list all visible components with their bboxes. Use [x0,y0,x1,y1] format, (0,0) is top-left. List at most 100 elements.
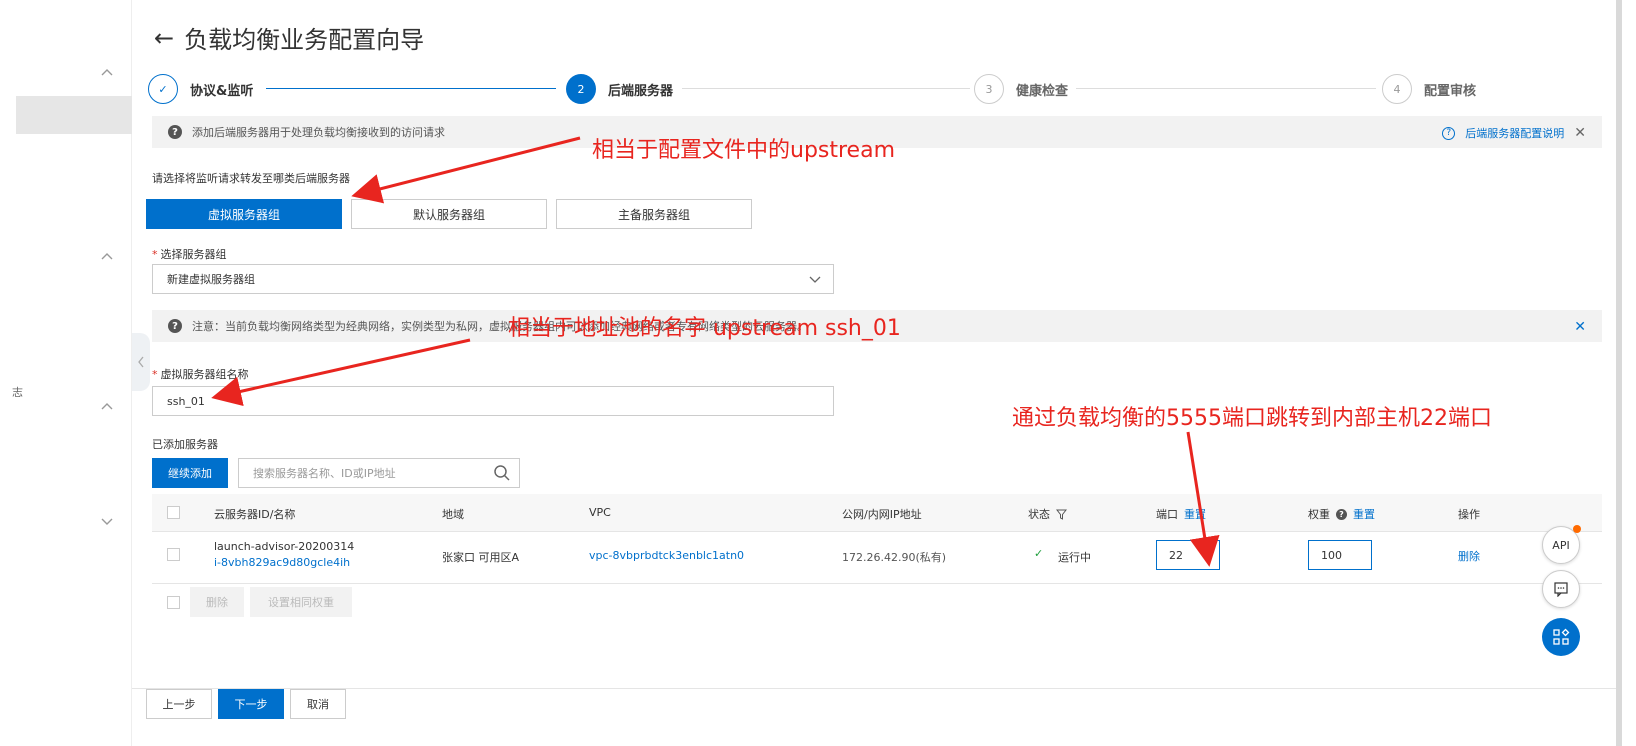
main-content: ← 负载均衡业务配置向导 ✓ 协议&监听 2 后端服务器 3 健康检查 4 配置… [132,0,1616,746]
step-connector [266,88,556,89]
col-ip: 公网/内网IP地址 [842,508,922,521]
server-group-value: 新建虚拟服务器组 [167,273,255,286]
server-status: 运行中 [1058,551,1091,564]
back-arrow-icon[interactable]: ← [154,24,174,52]
close-icon[interactable]: ✕ [1574,125,1586,141]
chevron-down-icon [809,276,821,283]
sidebar-selected-item[interactable] [16,96,132,134]
continue-add-button[interactable]: 继续添加 [152,458,228,488]
port-input[interactable]: 22 [1156,540,1220,570]
scrollbar-track[interactable] [1616,0,1622,746]
search-placeholder: 搜索服务器名称、ID或IP地址 [253,467,396,480]
question-icon: ? [168,125,182,139]
prev-step-button[interactable]: 上一步 [146,689,212,719]
step-label: 后端服务器 [608,83,674,99]
notification-dot [1573,525,1581,533]
option-default-server-group[interactable]: 默认服务器组 [351,199,547,229]
server-group-label-text: 选择服务器组 [160,248,227,261]
server-ip: 172.26.42.90(私有) [842,551,947,564]
chevron-up-icon[interactable] [100,66,114,80]
annotation-upstream: 相当于配置文件中的upstream [592,138,896,163]
step-protocol-listener: ✓ 协议&监听 [148,74,253,104]
question-icon[interactable]: ? [1336,508,1347,520]
chevron-down-icon[interactable] [100,514,114,528]
added-servers-label: 已添加服务器 [152,438,218,451]
delete-link[interactable]: 删除 [1458,548,1480,564]
step-backend-servers: 2 后端服务器 [566,74,673,104]
option-master-slave-group[interactable]: 主备服务器组 [556,199,752,229]
step-connector [1076,88,1376,89]
page-title-text: 负载均衡业务配置向导 [184,26,425,54]
cancel-button[interactable]: 取消 [290,689,346,719]
option-virtual-server-group[interactable]: 虚拟服务器组 [146,199,342,229]
page-title: ← 负载均衡业务配置向导 [154,20,424,55]
col-id: 云服务器ID/名称 [214,508,296,521]
info-text: 添加后端服务器用于处理负载均衡接收到的访问请求 [192,126,445,139]
group-name-label-text: 虚拟服务器组名称 [160,368,249,381]
group-name-label: * 虚拟服务器组名称 [152,366,249,382]
step-label: 健康检查 [1016,83,1069,99]
footer-bar: 上一步 下一步 取消 [132,688,1616,746]
bulk-weight-button[interactable]: 设置相同权重 [250,587,352,617]
help-link[interactable]: 后端服务器配置说明 [1465,125,1564,141]
bulk-delete-button[interactable]: 删除 [190,587,244,617]
annotation-pool-name: 相当于地址池的名字 upstream ssh_01 [508,316,901,341]
table-row: launch-advisor-20200314 i-8vbh829ac9d80g… [152,532,1602,584]
col-status-label: 状态 [1028,508,1050,521]
annotation-port-forward: 通过负载均衡的5555端口跳转到内部主机22端口 [1012,406,1492,431]
chevron-up-icon[interactable] [100,250,114,264]
api-label: API [1552,538,1570,552]
step-number: 3 [974,74,1004,104]
port-reset-link[interactable]: 重置 [1184,506,1206,522]
group-name-input[interactable]: ssh_01 [152,386,834,416]
help-circle-icon: ? [1442,126,1456,140]
question-icon: ? [168,319,182,333]
col-status: 状态 [1028,506,1067,522]
close-icon[interactable]: ✕ [1574,319,1586,335]
col-action: 操作 [1458,508,1480,521]
bulk-select-checkbox[interactable] [167,596,180,609]
step-number: 2 [566,74,596,104]
left-sidebar: 志 [0,0,132,746]
col-region: 地域 [442,508,464,521]
sidebar-text: 志 [12,386,23,399]
apps-float-button[interactable] [1542,618,1580,656]
table-header: 云服务器ID/名称 地域 VPC 公网/内网IP地址 状态 端口 重置 权重 ?… [152,494,1602,532]
col-weight: 权重 ? 重置 [1308,506,1375,522]
check-icon: ✓ [148,74,178,104]
filter-icon[interactable] [1056,509,1067,520]
weight-reset-link[interactable]: 重置 [1353,506,1375,522]
apps-grid-icon [1553,628,1570,645]
weight-input[interactable]: 100 [1308,540,1372,570]
step-health-check: 3 健康检查 [974,74,1068,104]
required-mark: * [152,248,158,261]
server-name: launch-advisor-20200314 [214,540,355,553]
info-actions: ? 后端服务器配置说明 ✕ [1442,125,1586,141]
server-group-label: * 选择服务器组 [152,246,227,262]
select-all-checkbox[interactable] [167,506,180,519]
server-search-input[interactable]: 搜索服务器名称、ID或IP地址 [238,458,520,488]
running-check-icon: ✓ [1034,547,1044,560]
col-vpc: VPC [589,506,611,519]
next-step-button[interactable]: 下一步 [218,689,284,719]
search-icon[interactable] [493,464,511,482]
required-mark: * [152,368,158,381]
server-id-link[interactable]: i-8vbh829ac9d80gcle4ih [214,556,350,569]
col-weight-label: 权重 [1308,508,1330,521]
step-label: 配置审核 [1424,83,1477,99]
chevron-up-icon[interactable] [100,400,114,414]
server-group-select[interactable]: 新建虚拟服务器组 [152,264,834,294]
col-port-label: 端口 [1156,508,1178,521]
feedback-float-button[interactable] [1542,570,1580,608]
server-vpc-link[interactable]: vpc-8vbprbdtck3enblc1atn0 [589,549,744,562]
row-checkbox[interactable] [167,548,180,561]
chat-icon [1554,582,1568,597]
col-port: 端口 重置 [1156,506,1206,522]
forward-type-label: 请选择将监听请求转发至哪类后端服务器 [152,172,350,185]
api-float-button[interactable]: API [1542,525,1581,564]
step-number: 4 [1382,74,1412,104]
server-region: 张家口 可用区A [442,551,520,564]
step-config-review: 4 配置审核 [1382,74,1476,104]
step-label: 协议&监听 [190,83,254,99]
step-connector [682,88,970,89]
